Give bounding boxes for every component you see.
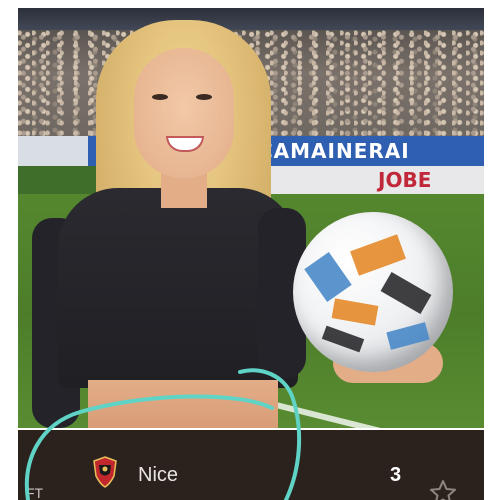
person-left-eye — [152, 94, 168, 100]
screenshot: CAMAINERAI JOBE FT Nice 3 — [0, 0, 500, 500]
person-midriff — [88, 380, 278, 428]
person-right-eye — [196, 94, 212, 100]
ogc-nice-crest-icon — [92, 456, 118, 488]
person-face — [134, 48, 234, 178]
team-score: 3 — [390, 464, 402, 486]
match-status: FT — [26, 485, 44, 500]
match-score-row[interactable]: FT Nice 3 — [18, 430, 484, 500]
advertising-board-lower-text: JOBE — [378, 168, 432, 192]
ball-panel — [350, 234, 406, 276]
star-outline-icon[interactable] — [428, 478, 458, 500]
ball-panel — [321, 325, 365, 353]
ball-panel — [380, 271, 432, 315]
stadium-photo: CAMAINERAI JOBE — [18, 8, 484, 428]
advertising-board-left — [18, 136, 88, 166]
football — [293, 212, 453, 372]
ball-panel — [304, 252, 352, 302]
team-name: Nice — [138, 464, 179, 486]
advertising-board-lower — [248, 166, 484, 194]
advertising-board-text: CAMAINERAI — [258, 139, 410, 163]
ball-panel — [331, 298, 379, 326]
ball-panel — [386, 322, 430, 350]
